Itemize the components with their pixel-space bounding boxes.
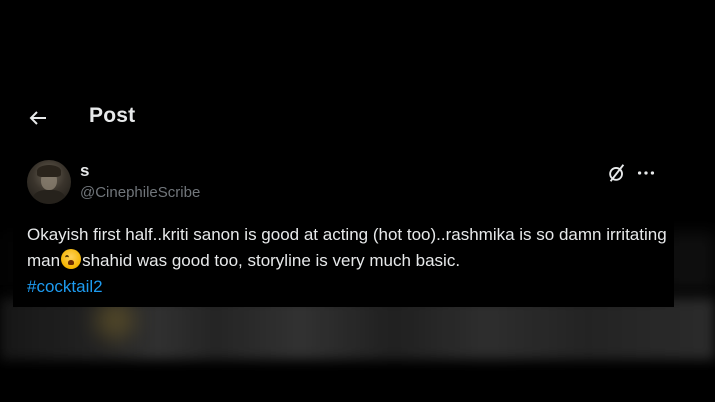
avatar-body [33, 190, 65, 204]
arrow-left-icon[interactable] [26, 106, 50, 130]
hashtag-link[interactable]: #cocktail2 [27, 277, 103, 296]
loudly-crying-face-emoji-icon [61, 249, 82, 269]
post-card: s @CinephileScribe Okayish first half..k… [13, 150, 674, 307]
avatar-hair [37, 165, 61, 177]
post-text-part2: shahid was good too, storyline is very m… [82, 251, 461, 270]
grok-slash-icon[interactable] [606, 162, 628, 184]
more-horizontal-icon[interactable] [635, 162, 657, 184]
avatar[interactable] [27, 160, 71, 204]
screenshot-stage: Post s @CinephileScribe Okayish first ha… [0, 0, 715, 402]
author-display-name[interactable]: s [80, 161, 89, 181]
page-title: Post [89, 104, 136, 127]
post-header: Post [0, 98, 715, 138]
author-handle[interactable]: @CinephileScribe [80, 184, 200, 201]
post-text: Okayish first half..kriti sanon is good … [27, 222, 667, 300]
